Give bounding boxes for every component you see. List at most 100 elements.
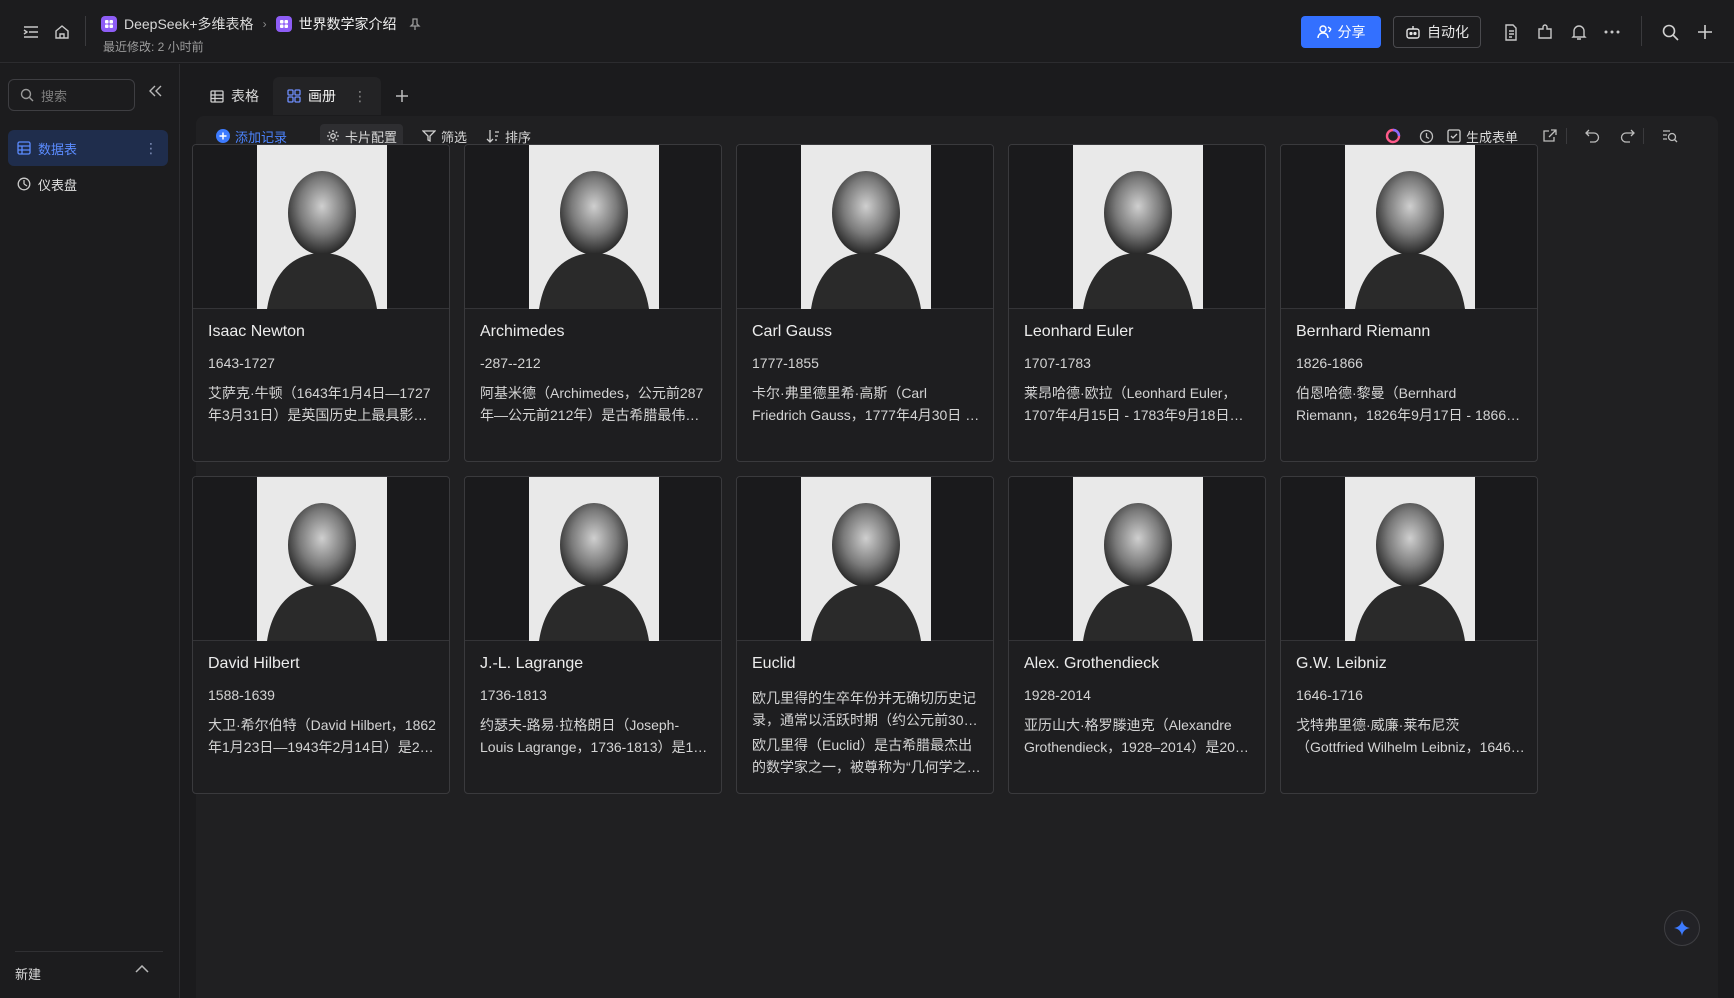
card-cover [465, 145, 721, 309]
new-button[interactable]: 新建 [15, 964, 41, 983]
card-bio: 亚历山大·格罗滕迪克（Alexandre Grothendieck，1928–2… [1024, 717, 1249, 755]
card-years: 1777-1855 [752, 355, 819, 371]
sidebar: 搜索 数据表 ⋮ 仪表盘 新建 [0, 64, 180, 998]
card-bio: 欧几里得的生卒年份并无确切历史记录，通常以活跃时期（约公元前300年）或其他方式… [752, 690, 976, 728]
ai-assistant-button[interactable] [1664, 910, 1700, 946]
doc-title[interactable]: 世界数学家介绍 [299, 14, 397, 34]
sort-label: 排序 [505, 129, 532, 145]
form-doc-icon[interactable] [1500, 21, 1522, 43]
gallery-card[interactable]: G.W. Leibniz 1646-1716 戈特弗里德·威廉·莱布尼茨（Gottf… [1280, 476, 1538, 794]
card-title: Alex. Grothendieck [1024, 655, 1160, 672]
divider [1643, 128, 1644, 144]
undo-icon[interactable] [1579, 124, 1606, 148]
share-button[interactable]: 分享 [1301, 16, 1381, 48]
card-title: Leonhard Euler [1024, 323, 1134, 340]
gallery-card[interactable]: Euclid 欧几里得的生卒年份并无确切历史记录，通常以活跃时期（约公元前300年… [736, 476, 994, 794]
card-cover [1009, 477, 1265, 641]
base-app-icon [101, 16, 117, 32]
card-cover [465, 477, 721, 641]
card-title: David Hilbert [208, 655, 300, 672]
gallery-card[interactable]: Archimedes -287--212 阿基米德（Archimedes，公元前28… [464, 144, 722, 462]
add-record-label: 添加记录 [235, 129, 288, 145]
card-title: Bernhard Riemann [1296, 323, 1431, 340]
plugin-icon[interactable] [1534, 21, 1556, 43]
card-bio: 艾萨克·牛顿（1643年1月4日—1727年3月31日）是英国历史上最具影响力的… [208, 385, 431, 423]
search-records-icon[interactable] [1656, 124, 1684, 148]
chevron-up-icon[interactable] [135, 965, 149, 973]
card-config-label: 卡片配置 [345, 129, 398, 145]
card-title: Euclid [752, 655, 796, 672]
portrait-image [257, 477, 387, 641]
sidebar-toggle-icon[interactable] [20, 21, 42, 43]
more-icon[interactable] [1601, 21, 1623, 43]
plus-icon[interactable] [1694, 21, 1716, 43]
last-modified: 最近修改: 2 小时前 [103, 40, 204, 54]
add-view-icon[interactable] [395, 89, 409, 103]
card-years: 1643-1727 [208, 355, 275, 371]
card-years: 1588-1639 [208, 687, 275, 703]
sidebar-item-dashboard[interactable]: 仪表盘 [8, 166, 168, 202]
gallery-card[interactable]: Carl Gauss 1777-1855 卡尔·弗里德里希·高斯（Carl Frie… [736, 144, 994, 462]
sidebar-search-input[interactable]: 搜索 [8, 79, 135, 111]
more-vertical-icon[interactable]: ⋮ [144, 140, 158, 157]
portrait-image [801, 145, 931, 309]
chevron-right-icon: › [262, 17, 267, 31]
gallery-card[interactable]: Alex. Grothendieck 1928-2014 亚历山大·格罗滕迪克（Al… [1008, 476, 1266, 794]
card-bio: 约瑟夫-路易·拉格朗日（Joseph-Louis Lagrange，1736-1… [480, 717, 702, 755]
redo-icon[interactable] [1614, 124, 1641, 148]
gallery-card[interactable]: David Hilbert 1588-1639 大卫·希尔伯特（David Hilb… [192, 476, 450, 794]
card-cover [1009, 145, 1265, 309]
gallery-icon [287, 89, 301, 103]
card-title: Carl Gauss [752, 323, 833, 340]
divider [1566, 128, 1567, 144]
card-cover [1281, 477, 1537, 641]
share-user-icon [1316, 25, 1332, 39]
portrait-image [529, 477, 659, 641]
gallery-card[interactable]: J.-L. Lagrange 1736-1813 约瑟夫-路易·拉格朗日（Josep… [464, 476, 722, 794]
home-icon[interactable] [51, 21, 73, 43]
portrait-image [1345, 477, 1475, 641]
search-icon [20, 88, 34, 102]
tab-label: 画册 [308, 88, 336, 104]
search-icon[interactable] [1659, 21, 1681, 43]
card-bio: 戈特弗里德·威廉·莱布尼茨（Gottfried Wilhelm Leibniz，… [1296, 717, 1525, 755]
gallery-card[interactable]: Bernhard Riemann 1826-1866 伯恩哈德·黎曼（Bernhar… [1280, 144, 1538, 462]
card-bio: 大卫·希尔伯特（David Hilbert，1862年1月23日—1943年2月… [208, 717, 436, 755]
portrait-image [1073, 477, 1203, 641]
card-cover [193, 477, 449, 641]
automation-button[interactable]: 自动化 [1393, 16, 1481, 48]
tab-gallery[interactable]: 画册 ⋮ [273, 77, 381, 115]
portrait-image [1073, 145, 1203, 309]
automation-label: 自动化 [1427, 24, 1469, 40]
card-cover [1281, 145, 1537, 309]
grid-icon [210, 89, 224, 103]
share-view-icon[interactable] [1536, 124, 1563, 148]
table-icon [17, 141, 31, 155]
card-title: Isaac Newton [208, 323, 305, 340]
sparkle-icon [1674, 920, 1690, 936]
pin-icon[interactable] [408, 17, 421, 31]
tab-table[interactable]: 表格 [196, 77, 273, 115]
sidebar-item-label: 仪表盘 [38, 177, 78, 193]
sidebar-item-datatable[interactable]: 数据表 ⋮ [8, 130, 168, 166]
bell-icon[interactable] [1568, 21, 1590, 43]
breadcrumb: DeepSeek+多维表格 › 世界数学家介绍 [101, 15, 421, 33]
search-placeholder: 搜索 [41, 88, 68, 104]
card-years: 1928-2014 [1024, 687, 1091, 703]
more-vertical-icon[interactable]: ⋮ [353, 88, 367, 105]
gallery-card[interactable]: Isaac Newton 1643-1727 艾萨克·牛顿（1643年1月4日—17… [192, 144, 450, 462]
view-tabs: 表格 画册 ⋮ [196, 76, 409, 116]
portrait-image [1345, 145, 1475, 309]
gallery-card[interactable]: Leonhard Euler 1707-1783 莱昂哈德·欧拉（Leonhard … [1008, 144, 1266, 462]
tab-label: 表格 [231, 88, 259, 104]
card-cover [737, 477, 993, 641]
card-bio: 伯恩哈德·黎曼（Bernhard Riemann，1826年9月17日 - 18… [1296, 385, 1521, 423]
doc-icon [275, 16, 292, 32]
card-cover [193, 145, 449, 309]
dashboard-icon [17, 177, 31, 191]
breadcrumb-app[interactable]: DeepSeek+多维表格 [124, 14, 254, 34]
card-bio: 阿基米德（Archimedes，公元前287年—公元前212年）是古希腊最伟大的… [480, 385, 704, 423]
collapse-sidebar-icon[interactable] [149, 85, 163, 97]
card-bio: 莱昂哈德·欧拉（Leonhard Euler，1707年4月15日 - 1783… [1024, 385, 1244, 423]
generate-form-label: 生成表单 [1466, 129, 1519, 145]
